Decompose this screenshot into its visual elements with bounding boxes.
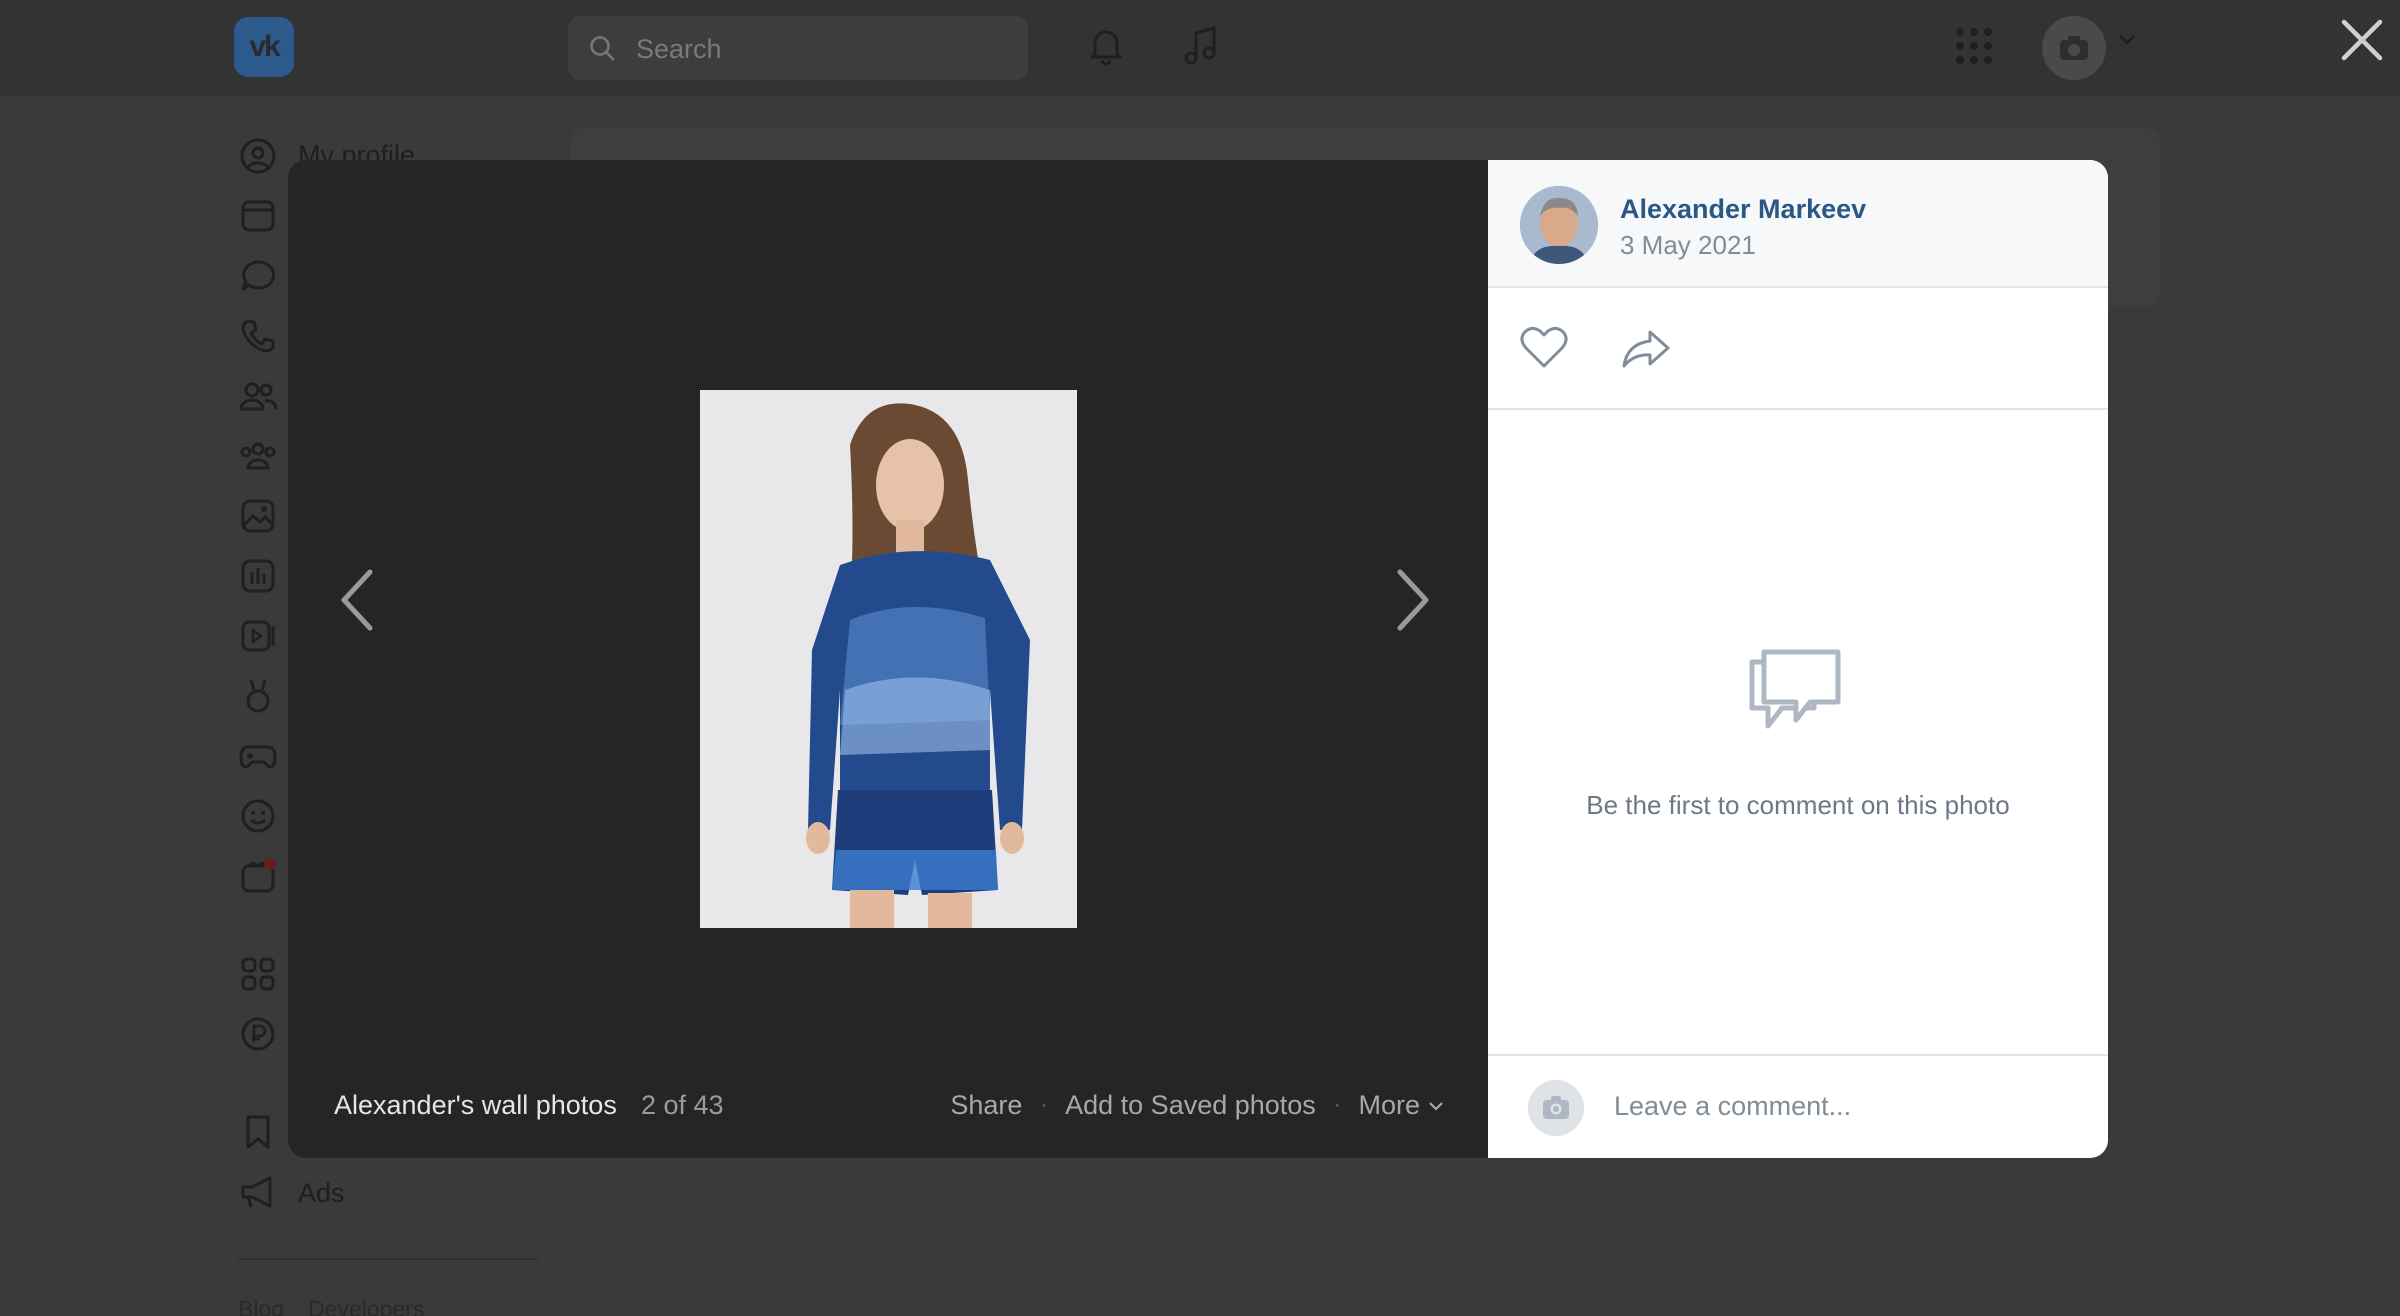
photo-date[interactable]: 3 May 2021 bbox=[1620, 230, 1756, 261]
comment-input[interactable] bbox=[1614, 1078, 2074, 1134]
communities-icon[interactable] bbox=[238, 436, 278, 476]
close-icon[interactable] bbox=[2336, 14, 2388, 66]
music-icon[interactable] bbox=[1176, 20, 1228, 72]
user-avatar[interactable] bbox=[2042, 16, 2106, 80]
video-icon[interactable] bbox=[238, 616, 278, 656]
chevron-down-icon bbox=[1429, 1101, 1443, 1111]
footer-blog-link[interactable]: Blog bbox=[238, 1296, 284, 1316]
apps-grid-icon[interactable] bbox=[1948, 20, 2000, 72]
photo-footer-bar: Alexander's wall photos 2 of 43 Share · … bbox=[288, 1060, 1488, 1158]
clips-icon[interactable] bbox=[238, 676, 278, 716]
photo-model-illustration bbox=[700, 390, 1077, 928]
photo-image[interactable] bbox=[700, 390, 1077, 928]
more-label: More bbox=[1358, 1090, 1420, 1120]
comment-composer bbox=[1488, 1054, 2108, 1158]
next-photo-button[interactable] bbox=[1380, 560, 1440, 640]
photo-actions: Share · Add to Saved photos · More bbox=[950, 1090, 1444, 1121]
chevron-down-icon[interactable] bbox=[2118, 34, 2136, 46]
photo-stage: Alexander's wall photos 2 of 43 Share · … bbox=[288, 160, 1488, 1158]
album-title-link[interactable]: Alexander's wall photos bbox=[334, 1090, 617, 1121]
music-sidebar-icon[interactable] bbox=[238, 556, 278, 596]
like-button[interactable] bbox=[1516, 322, 1572, 374]
search-box[interactable]: Search bbox=[568, 16, 1028, 80]
photo-viewer-modal: Alexander's wall photos 2 of 43 Share · … bbox=[288, 160, 2108, 1158]
news-icon[interactable] bbox=[238, 196, 278, 236]
top-navbar: vk Search bbox=[0, 0, 2400, 96]
author-avatar[interactable] bbox=[1520, 186, 1598, 264]
vk-logo-text: vk bbox=[249, 30, 280, 63]
photo-info-panel: Alexander Markeev 3 May 2021 Be the firs… bbox=[1488, 160, 2108, 1158]
photo-reactions-bar bbox=[1488, 288, 2108, 410]
games-icon[interactable] bbox=[238, 736, 278, 776]
bookmarks-icon[interactable] bbox=[238, 1112, 278, 1152]
footer-links: Blog Developers bbox=[238, 1296, 448, 1316]
stickers-icon[interactable] bbox=[238, 796, 278, 836]
separator-dot: · bbox=[1333, 1094, 1341, 1116]
services-icon[interactable] bbox=[238, 954, 278, 994]
comments-icon bbox=[1749, 649, 1841, 729]
attach-photo-button[interactable] bbox=[1528, 1080, 1584, 1136]
friends-icon[interactable] bbox=[238, 376, 278, 416]
sidebar-divider bbox=[238, 1258, 538, 1260]
share-arrow-icon bbox=[1622, 330, 1670, 368]
separator-dot: · bbox=[1040, 1094, 1048, 1116]
ads-icon[interactable] bbox=[238, 1172, 278, 1212]
sidebar-item-ads[interactable]: Ads bbox=[298, 1178, 345, 1209]
bell-icon[interactable] bbox=[1080, 20, 1132, 72]
notification-dot bbox=[264, 858, 276, 870]
vk-pay-icon[interactable] bbox=[238, 1014, 278, 1054]
search-icon bbox=[590, 36, 615, 61]
share-link[interactable]: Share bbox=[950, 1090, 1022, 1121]
share-button[interactable] bbox=[1618, 322, 1674, 374]
empty-comments-text: Be the first to comment on this photo bbox=[1586, 790, 2010, 820]
camera-icon bbox=[2060, 36, 2088, 60]
photo-position: 2 of 43 bbox=[641, 1090, 724, 1120]
heart-icon bbox=[1520, 326, 1568, 368]
author-name-link[interactable]: Alexander Markeev bbox=[1620, 194, 1866, 225]
add-to-saved-link[interactable]: Add to Saved photos bbox=[1065, 1090, 1316, 1121]
chevron-left-icon bbox=[341, 569, 373, 631]
search-placeholder: Search bbox=[636, 34, 722, 64]
profile-icon[interactable] bbox=[238, 136, 278, 176]
messages-icon[interactable] bbox=[238, 256, 278, 296]
calls-icon[interactable] bbox=[238, 316, 278, 356]
photos-icon[interactable] bbox=[238, 496, 278, 536]
previous-photo-button[interactable] bbox=[330, 560, 390, 640]
author-header: Alexander Markeev 3 May 2021 bbox=[1488, 160, 2108, 288]
camera-icon bbox=[1543, 1096, 1569, 1119]
more-menu-button[interactable]: More bbox=[1358, 1090, 1444, 1121]
chevron-right-icon bbox=[1397, 569, 1429, 631]
vk-logo[interactable]: vk bbox=[234, 17, 294, 77]
footer-developers-link[interactable]: Developers bbox=[308, 1296, 424, 1316]
